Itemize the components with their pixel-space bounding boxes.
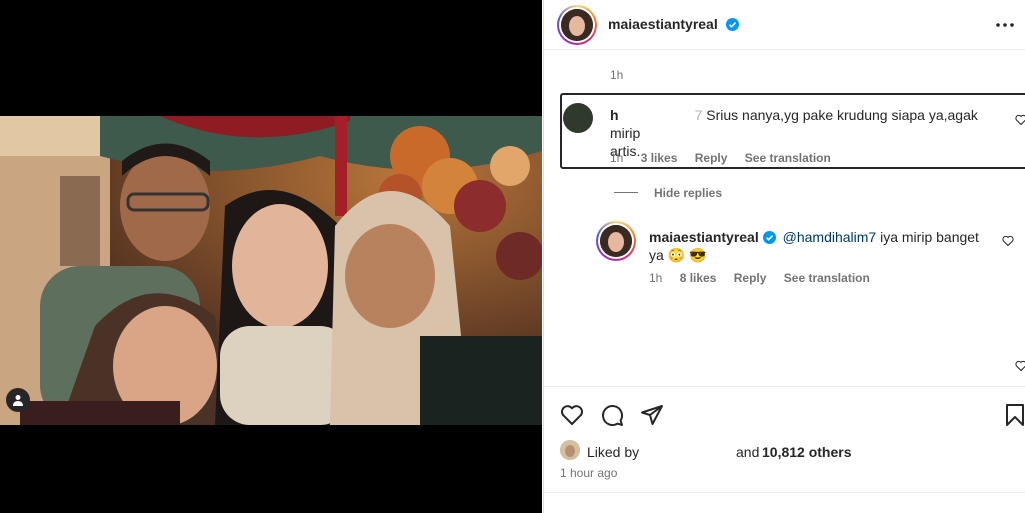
share-icon[interactable] [640, 403, 664, 427]
reply-username[interactable]: maiaestiantyreal [649, 229, 759, 245]
heart-icon[interactable] [560, 403, 584, 427]
reply-reply-button[interactable]: Reply [734, 271, 767, 285]
author-avatar[interactable] [557, 5, 597, 45]
reply-like-icon[interactable] [1002, 235, 1014, 247]
reply-text-line2: ya 😳 😎 [649, 247, 707, 263]
reply-meta: 1h 8 likes Reply See translation [649, 271, 884, 285]
comment-meta: 1h 3 likes Reply See translation [610, 151, 845, 165]
verified-badge-icon [762, 231, 776, 244]
comment-translate-button[interactable]: See translation [745, 151, 831, 165]
user-icon [13, 395, 23, 406]
comment-reply-button[interactable]: Reply [695, 151, 728, 165]
liked-and-label: and [736, 444, 760, 460]
verified-badge-icon [726, 18, 740, 31]
comment-like-icon[interactable] [1015, 114, 1025, 126]
replies-divider [614, 192, 638, 193]
tagged-users-button[interactable] [6, 388, 30, 412]
author-username[interactable]: maiaestiantyreal [608, 16, 718, 32]
post-media-pane [0, 0, 542, 513]
reply-mention[interactable]: @hamdihalim7 [783, 229, 877, 245]
previous-comment-time: 1h [610, 68, 624, 82]
post-header: maiaestiantyreal [544, 0, 1025, 50]
reply-time: 1h [649, 271, 663, 285]
post-detail-panel: maiaestiantyreal 1h h7 Srius nanya,yg pa… [543, 0, 1025, 513]
reply-text-line1: iya mirip banget [876, 229, 979, 245]
comment-icon[interactable] [600, 403, 624, 427]
more-options-icon[interactable] [996, 18, 1014, 32]
post-action-bar [544, 386, 1025, 442]
commenter-avatar[interactable] [563, 103, 593, 133]
likes-count[interactable]: 10,812 others [762, 444, 852, 460]
liker-avatar[interactable] [560, 440, 580, 460]
hide-replies-button[interactable]: Hide replies [654, 186, 722, 200]
liked-by-label: Liked by [587, 444, 640, 460]
reply-likes[interactable]: 8 likes [680, 271, 717, 285]
reply-body: maiaestiantyreal @hamdihalim7 iya mirip … [649, 228, 989, 264]
post-photo[interactable] [0, 116, 542, 425]
post-timestamp[interactable]: 1 hour ago [560, 466, 617, 480]
comment-likes[interactable]: 3 likes [641, 151, 678, 165]
comments-list[interactable]: 1h h7 Srius nanya,yg pake krudung siapa … [544, 50, 1025, 384]
comment-time: 1h [610, 151, 624, 165]
reply-translate-button[interactable]: See translation [784, 271, 870, 285]
commenter-username[interactable]: h7 [610, 107, 702, 123]
bookmark-icon[interactable] [1004, 403, 1025, 427]
reply-avatar[interactable] [596, 221, 636, 261]
comment-input-divider [544, 492, 1025, 493]
next-comment-like-icon[interactable] [1015, 360, 1025, 372]
